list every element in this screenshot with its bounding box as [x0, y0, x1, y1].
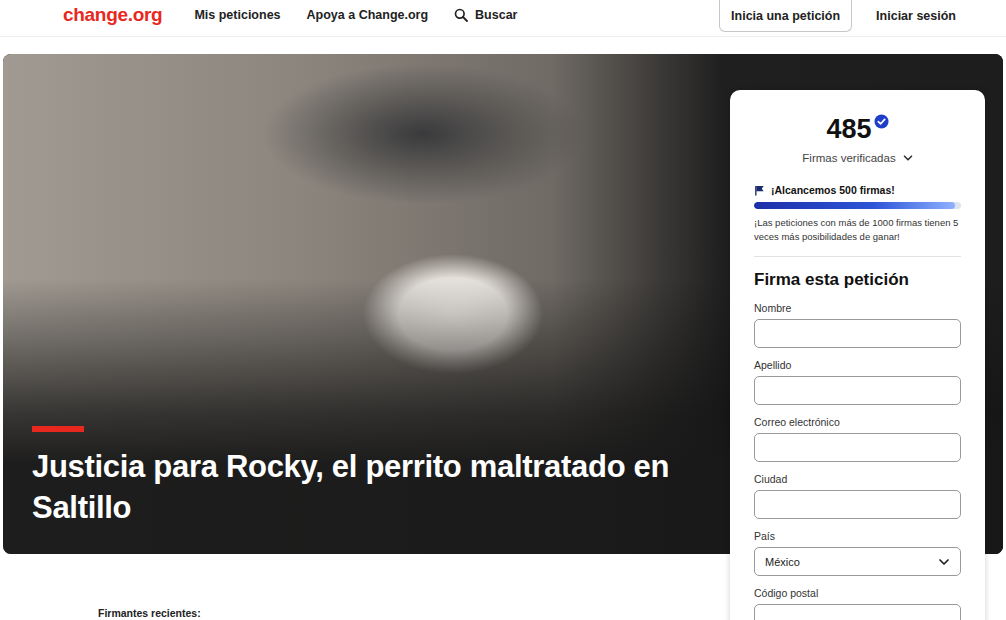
petition-title: Justicia para Rocky, el perrito maltrata… — [32, 446, 683, 528]
signature-count-row: 485 — [754, 112, 961, 146]
verified-badge-icon — [874, 114, 889, 129]
form-field: Correo electrónico — [754, 416, 961, 462]
select-value: México — [765, 556, 800, 568]
chevron-down-icon — [903, 153, 913, 163]
text-input[interactable] — [754, 604, 961, 620]
country-select[interactable]: México — [754, 547, 961, 576]
field-label: País — [754, 530, 961, 542]
text-input[interactable] — [754, 433, 961, 462]
search-icon — [454, 8, 468, 22]
header-action-button[interactable]: Inicia una petición — [719, 0, 852, 32]
field-label: Correo electrónico — [754, 416, 961, 428]
form-field: Código postal — [754, 587, 961, 620]
chevron-down-icon — [938, 556, 950, 568]
text-input[interactable] — [754, 319, 961, 348]
divider — [754, 256, 961, 257]
main-nav: Mis peticiones Apoya a Change.org Buscar — [194, 8, 517, 22]
field-label: Código postal — [754, 587, 961, 599]
header-actions: Inicia una petición Iniciar sesión — [719, 0, 966, 32]
form-field: País México — [754, 530, 961, 576]
flag-icon — [754, 185, 765, 196]
form-field: Apellido — [754, 359, 961, 405]
accent-bar — [32, 426, 84, 432]
verified-signatures-toggle[interactable]: Firmas verificadas — [754, 152, 961, 164]
text-input[interactable] — [754, 490, 961, 519]
progress-fill — [754, 202, 955, 209]
header-left: change.org Mis peticiones Apoya a Change.o… — [63, 0, 517, 30]
progress-hint: ¡Las peticiones con más de 1000 firmas t… — [754, 216, 961, 244]
signature-count: 485 — [826, 112, 871, 146]
sign-card: 485 Firmas verificadas ¡Alcancemos 500 fir… — [730, 90, 985, 620]
petition-page: change.org Mis peticiones Apoya a Change.o… — [0, 0, 1006, 620]
search-label: Buscar — [475, 8, 517, 22]
progress-track — [754, 202, 961, 209]
goal-row: ¡Alcancemos 500 firmas! — [754, 184, 961, 196]
logo[interactable]: change.org — [63, 4, 162, 26]
nav-item[interactable]: Mis peticiones — [194, 8, 280, 22]
field-label: Apellido — [754, 359, 961, 371]
search-link[interactable]: Buscar — [454, 8, 517, 22]
top-header: change.org Mis peticiones Apoya a Change.o… — [0, 0, 1006, 37]
verified-signatures-label: Firmas verificadas — [802, 152, 895, 164]
form-title: Firma esta petición — [754, 270, 961, 290]
form-field: Ciudad — [754, 473, 961, 519]
text-input[interactable] — [754, 376, 961, 405]
recent-signers-title: Firmantes recientes: — [98, 607, 201, 619]
header-action-button[interactable]: Iniciar sesión — [866, 0, 966, 32]
goal-text: ¡Alcancemos 500 firmas! — [771, 184, 895, 196]
field-label: Nombre — [754, 302, 961, 314]
form-field: Nombre — [754, 302, 961, 348]
field-label: Ciudad — [754, 473, 961, 485]
nav-item[interactable]: Apoya a Change.org — [307, 8, 429, 22]
